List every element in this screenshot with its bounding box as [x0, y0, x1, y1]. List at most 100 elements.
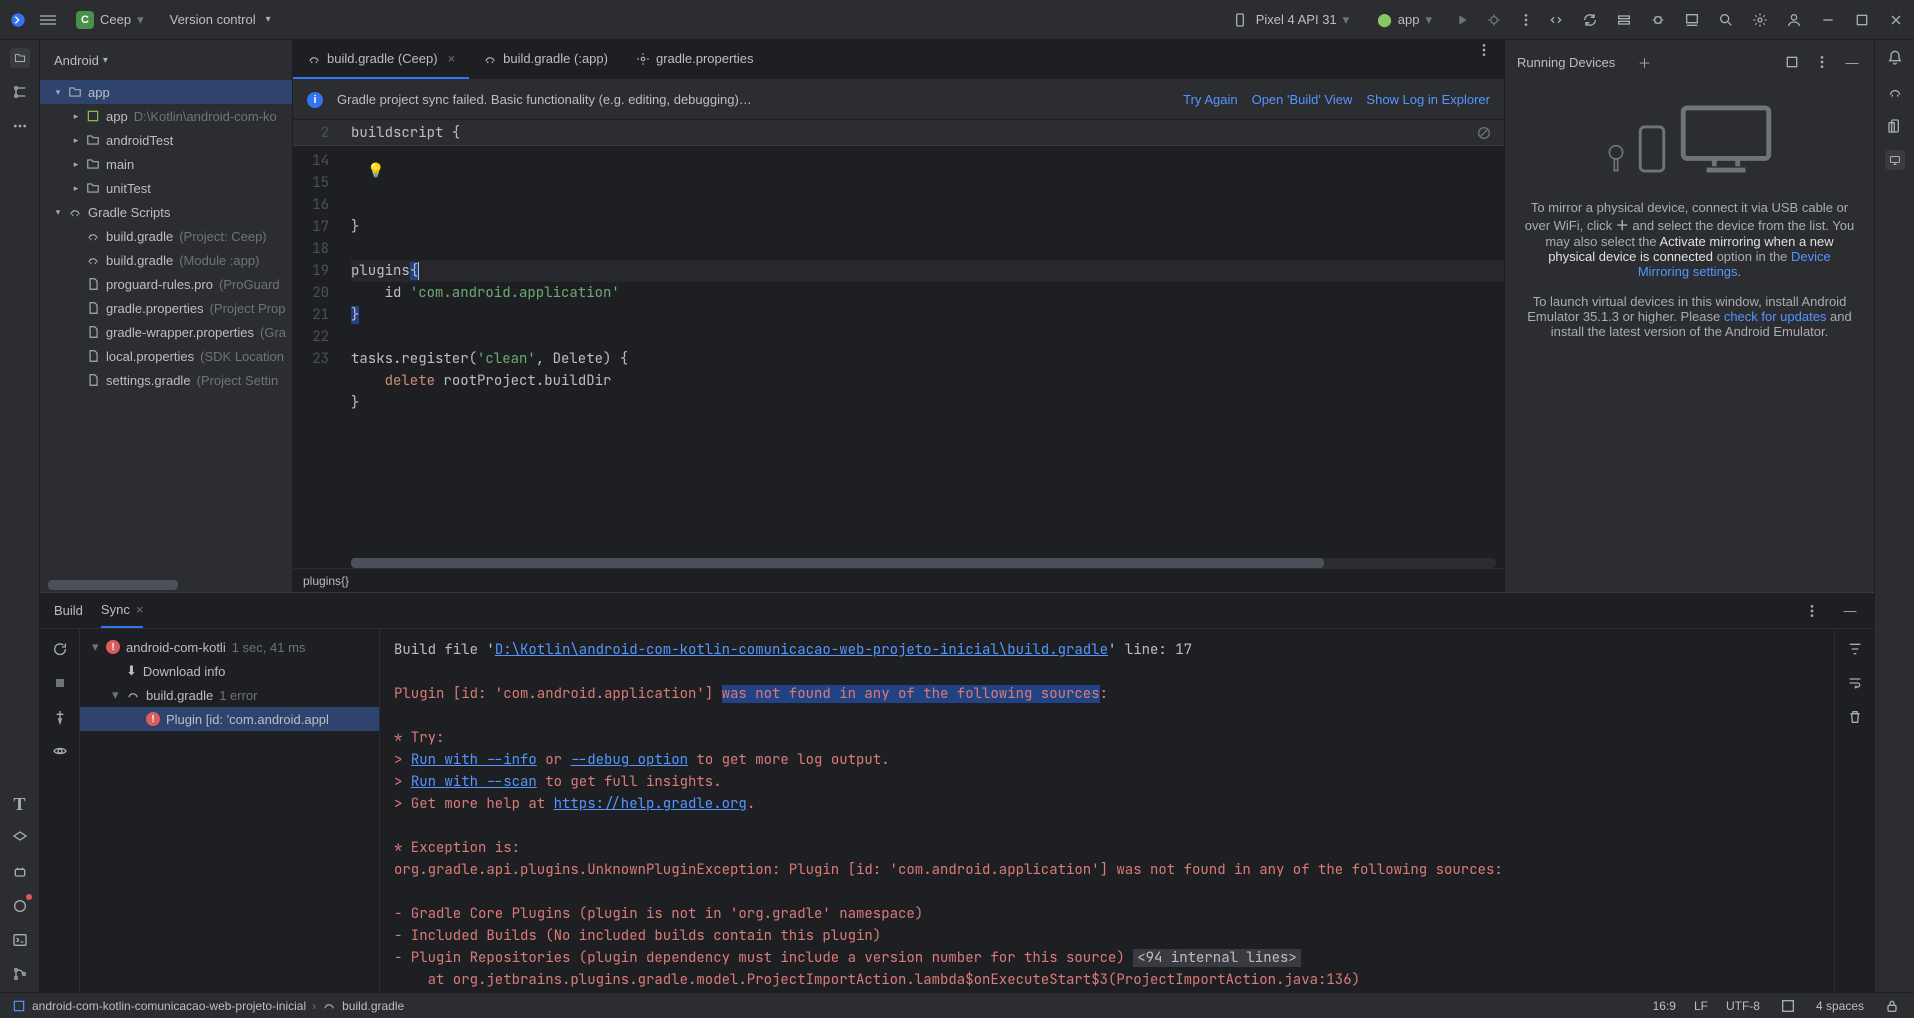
tree-row[interactable]: proguard-rules.pro(ProGuard [40, 272, 292, 296]
sticky-header[interactable]: 2 buildscript { [293, 120, 1504, 146]
status-crumb-project[interactable]: android-com-kotlin-comunicacao-web-proje… [32, 999, 306, 1013]
code-with-me-icon[interactable] [1546, 10, 1566, 30]
build-tab[interactable]: Build [54, 593, 83, 628]
line-ending[interactable]: LF [1694, 999, 1708, 1013]
resources-icon[interactable] [10, 828, 30, 848]
open-build-link[interactable]: Open 'Build' View [1252, 92, 1353, 107]
notifications-icon[interactable] [1885, 48, 1905, 68]
readonly-icon[interactable] [1882, 996, 1902, 1016]
sync-icon[interactable] [1580, 10, 1600, 30]
view-icon[interactable] [50, 741, 70, 761]
lightbulb-icon[interactable]: 💡 [367, 160, 384, 182]
tree-row[interactable]: ▸unitTest [40, 176, 292, 200]
build-tree-row[interactable]: ▾ build.gradle1 error [80, 683, 379, 707]
build-tree-row[interactable]: ▾ !android-com-kotli1 sec, 41 ms [80, 635, 379, 659]
indent[interactable]: 4 spaces [1816, 999, 1864, 1013]
device-more-icon[interactable] [1812, 52, 1832, 72]
run-config-selector[interactable]: ⬤ app ▾ [1369, 9, 1440, 31]
project-tree[interactable]: ▾app▸appD:\Kotlin\android-com-ko▸android… [40, 80, 292, 580]
devices-text-2: To launch virtual devices in this window… [1523, 294, 1856, 339]
settings-icon[interactable] [1750, 10, 1770, 30]
tree-row[interactable]: ▾Gradle Scripts [40, 200, 292, 224]
run-icon[interactable] [1452, 10, 1472, 30]
tree-row[interactable]: ▸main [40, 152, 292, 176]
device-selector[interactable]: Pixel 4 API 31 ▾ [1222, 7, 1357, 33]
vcs-tool-icon[interactable] [10, 964, 30, 984]
status-crumb-file[interactable]: build.gradle [342, 999, 404, 1013]
project-selector[interactable]: C Ceep ▾ [68, 8, 152, 32]
gutter[interactable]: 14151617181920212223 [293, 120, 343, 558]
stop-icon[interactable] [50, 673, 70, 693]
project-panel-title[interactable]: Android [40, 40, 292, 80]
account-icon[interactable] [1784, 10, 1804, 30]
code-content[interactable]: 💡 } plugins{ id 'com.android.application… [343, 120, 1504, 558]
debug-icon[interactable] [1484, 10, 1504, 30]
more-tools-icon[interactable] [10, 116, 30, 136]
editor-breadcrumb[interactable]: plugins{} [293, 568, 1504, 592]
build-tree-row[interactable]: ⬇Download info [80, 659, 379, 683]
gradle-tool-icon[interactable] [1885, 82, 1905, 102]
vcs-selector[interactable]: Version control [162, 9, 279, 30]
menu-icon[interactable] [38, 10, 58, 30]
encoding[interactable]: UTF-8 [1726, 999, 1760, 1013]
restart-icon[interactable] [50, 639, 70, 659]
cursor-position[interactable]: 16:9 [1653, 999, 1676, 1013]
structure-icon[interactable] [10, 82, 30, 102]
search-icon[interactable] [1716, 10, 1736, 30]
add-device-icon[interactable]: ＋ [1635, 52, 1655, 72]
build-output[interactable]: Build file 'D:\Kotlin\android-com-kotlin… [380, 629, 1834, 992]
editor-area: build.gradle (Ceep)×build.gradle (:app)g… [293, 40, 1504, 592]
text-icon[interactable]: T [10, 794, 30, 814]
editor-tab[interactable]: build.gradle (Ceep)× [293, 40, 469, 79]
tabs-more-icon[interactable] [1474, 40, 1494, 60]
build-tree[interactable]: ▾ !android-com-kotli1 sec, 41 ms⬇Downloa… [80, 629, 380, 992]
show-log-link[interactable]: Show Log in Explorer [1366, 92, 1490, 107]
build-panel: Build Sync × — ▾ !android-com-kotli1 sec… [40, 592, 1874, 992]
trash-icon[interactable] [1845, 707, 1865, 727]
gradle-icon[interactable] [1614, 10, 1634, 30]
pin-icon[interactable] [50, 707, 70, 727]
tree-row[interactable]: build.gradle(Project: Ceep) [40, 224, 292, 248]
editor-tab[interactable]: gradle.properties [622, 40, 768, 79]
no-inspect-icon[interactable] [1474, 123, 1494, 143]
editor-h-scrollbar[interactable] [351, 558, 1496, 568]
bug-icon[interactable] [1648, 10, 1668, 30]
build-more-icon[interactable] [1802, 601, 1822, 621]
more-icon[interactable] [1516, 10, 1536, 30]
check-updates-link[interactable]: check for updates [1724, 309, 1827, 324]
close-icon[interactable] [1886, 10, 1906, 30]
editor-body[interactable]: 2 buildscript { 14151617181920212223 💡 }… [293, 120, 1504, 558]
sync-tab[interactable]: Sync × [101, 593, 144, 628]
tree-row[interactable]: settings.gradle(Project Settin [40, 368, 292, 392]
tree-row[interactable]: gradle-wrapper.properties(Gra [40, 320, 292, 344]
tree-h-scrollbar[interactable] [48, 580, 284, 590]
titlebar: C Ceep ▾ Version control Pixel 4 API 31 … [0, 0, 1914, 40]
try-again-link[interactable]: Try Again [1183, 92, 1237, 107]
window-icon[interactable] [1782, 52, 1802, 72]
minimize-icon[interactable] [1818, 10, 1838, 30]
tree-row[interactable]: build.gradle(Module :app) [40, 248, 292, 272]
build-tool-icon[interactable] [10, 896, 30, 916]
tree-row[interactable]: gradle.properties(Project Prop [40, 296, 292, 320]
soft-wrap-icon[interactable] [1845, 673, 1865, 693]
app-icon[interactable] [8, 10, 28, 30]
build-min-icon[interactable]: — [1840, 601, 1860, 621]
tree-row[interactable]: ▸appD:\Kotlin\android-com-ko [40, 104, 292, 128]
filter-icon[interactable] [1845, 639, 1865, 659]
tree-row[interactable]: ▾app [40, 80, 292, 104]
logcat-icon[interactable] [10, 862, 30, 882]
device-manager-icon[interactable] [1885, 116, 1905, 136]
tree-row[interactable]: ▸androidTest [40, 128, 292, 152]
tree-row[interactable]: local.properties(SDK Location [40, 344, 292, 368]
running-devices-icon[interactable] [1885, 150, 1905, 170]
inspector-icon[interactable] [1682, 10, 1702, 30]
device-min-icon[interactable]: — [1842, 52, 1862, 72]
project-panel: Android ▾app▸appD:\Kotlin\android-com-ko… [40, 40, 293, 592]
editor-tab[interactable]: build.gradle (:app) [469, 40, 622, 79]
indent-icon[interactable] [1778, 996, 1798, 1016]
terminal-icon[interactable] [10, 930, 30, 950]
sync-failed-banner: i Gradle project sync failed. Basic func… [293, 80, 1504, 120]
project-tool-icon[interactable] [10, 48, 30, 68]
maximize-icon[interactable] [1852, 10, 1872, 30]
build-tree-row[interactable]: !Plugin [id: 'com.android.appl [80, 707, 379, 731]
